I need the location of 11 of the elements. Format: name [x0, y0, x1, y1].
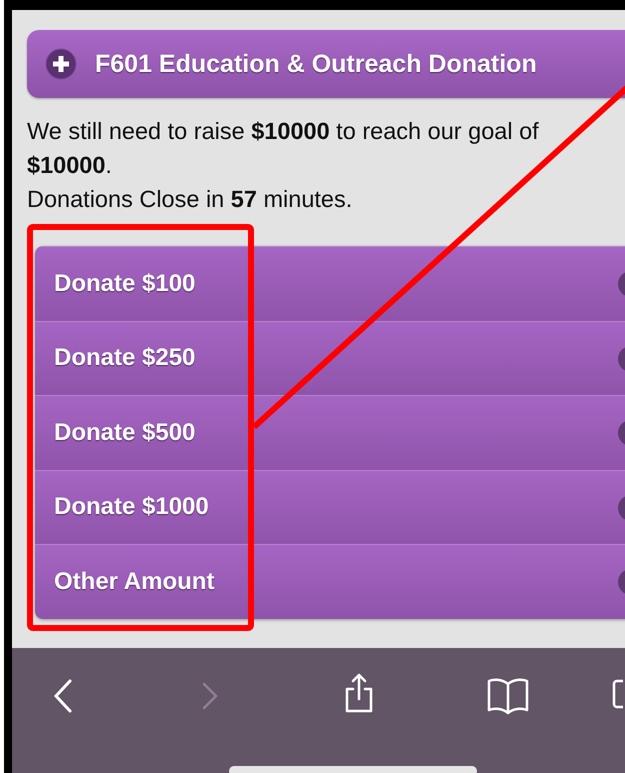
donate-option[interactable]: Donate $1000 [35, 470, 625, 544]
message-text: Donations Close in 57 minutes. [27, 185, 354, 214]
section-header[interactable]: F601 Education & Outreach Donation [27, 30, 625, 98]
donate-option[interactable]: Donate $100 [35, 246, 625, 320]
message-text: We still need to raise $10000 to reach our goal of $10000. [27, 117, 540, 180]
book-icon[interactable] [486, 676, 530, 716]
section-title: F601 Education & Outreach Donation [95, 50, 537, 78]
donate-option[interactable]: Donate $250 [35, 320, 625, 395]
donate-option[interactable]: Other Amount [35, 544, 625, 618]
plus-icon [45, 48, 77, 80]
donate-option[interactable]: Donate $500 [35, 395, 625, 470]
